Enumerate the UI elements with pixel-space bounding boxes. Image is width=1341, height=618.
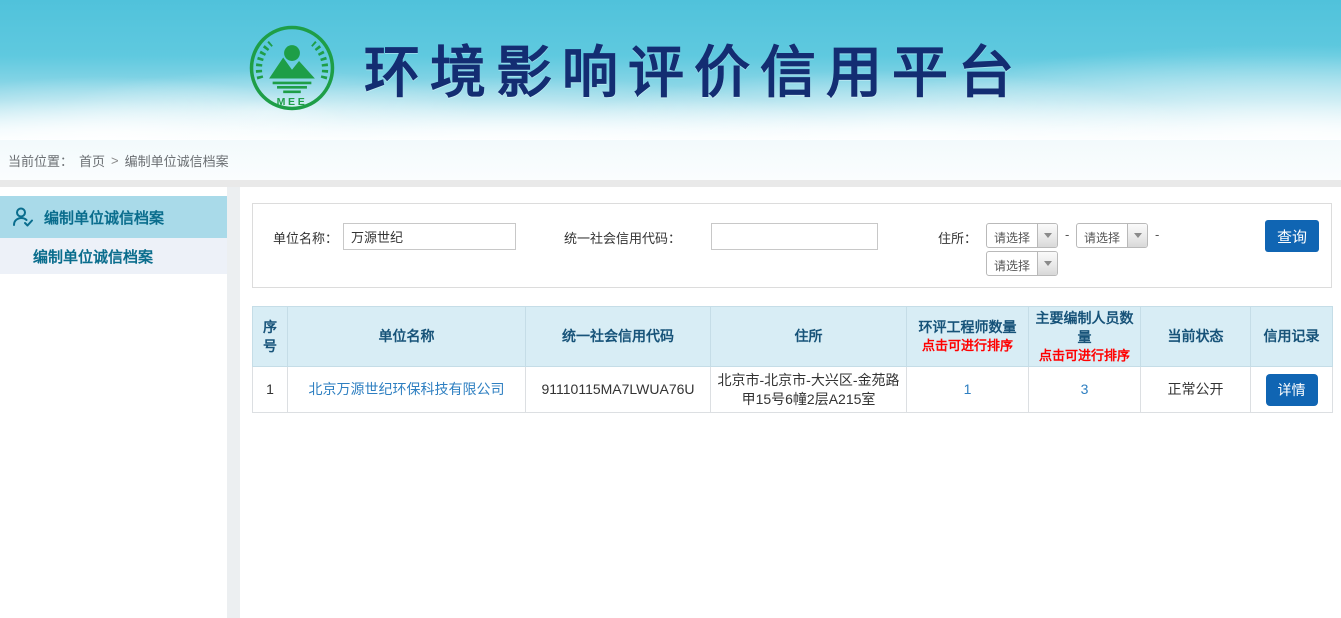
credit-code-label: 统一社会信用代码：: [564, 228, 681, 247]
chevron-down-icon: [1044, 233, 1052, 238]
row-index: 1: [253, 367, 288, 413]
breadcrumb-label: 当前位置：: [8, 151, 73, 170]
district-select[interactable]: 请选择: [986, 251, 1058, 276]
credit-code-input[interactable]: [711, 223, 878, 250]
sidebar-item-credit-archive[interactable]: 编制单位诚信档案: [0, 196, 227, 238]
district-dropdown-button[interactable]: [1037, 252, 1057, 275]
query-button[interactable]: 查询: [1265, 220, 1319, 252]
search-panel: 单位名称： 统一社会信用代码： 住所： 请选择 - 请选择 - 请选择 查询: [252, 203, 1332, 288]
province-dropdown-button[interactable]: [1037, 224, 1057, 247]
col-address: 住所: [711, 307, 907, 367]
col-engineer-count-label: 环评工程师数量: [919, 319, 1017, 335]
row-status: 正常公开: [1141, 367, 1251, 413]
chevron-down-icon: [1044, 261, 1052, 266]
col-credit-code: 统一社会信用代码: [526, 307, 711, 367]
district-select-value: 请选择: [987, 252, 1037, 275]
sidebar-subitem-credit-archive[interactable]: 编制单位诚信档案: [0, 238, 227, 274]
col-staff-count: 主要编制人员数量 点击可进行排序: [1029, 307, 1141, 367]
col-company-name: 单位名称: [288, 307, 526, 367]
divider-band: [0, 180, 1341, 187]
breadcrumb-current-link[interactable]: 编制单位诚信档案: [125, 151, 229, 170]
city-select-value: 请选择: [1077, 224, 1127, 247]
col-status: 当前状态: [1141, 307, 1251, 367]
page-title: 环境影响评价信用平台: [364, 28, 1024, 109]
row-address: 北京市-北京市-大兴区-金苑路甲15号6幢2层A215室: [711, 367, 907, 413]
sidebar: 编制单位诚信档案 编制单位诚信档案: [0, 187, 227, 618]
sidebar-item-label: 编制单位诚信档案: [44, 207, 164, 228]
breadcrumb-separator: >: [111, 153, 119, 168]
breadcrumb: 当前位置： 首页 > 编制单位诚信档案: [0, 140, 1341, 180]
address-dash-2: -: [1155, 227, 1159, 242]
address-dash-1: -: [1065, 227, 1069, 242]
col-index: 序号: [253, 307, 288, 367]
engineer-sort-link[interactable]: 点击可进行排序: [911, 337, 1024, 355]
province-select-value: 请选择: [987, 224, 1037, 247]
company-name-input[interactable]: [343, 223, 516, 250]
city-dropdown-button[interactable]: [1127, 224, 1147, 247]
row-credit-code: 91110115MA7LWUA76U: [526, 367, 711, 413]
table-header-row: 序号 单位名称 统一社会信用代码 住所 环评工程师数量 点击可进行排序 主要编制…: [253, 307, 1333, 367]
address-label: 住所：: [938, 228, 977, 247]
staff-sort-link[interactable]: 点击可进行排序: [1033, 347, 1136, 365]
detail-button[interactable]: 详情: [1266, 374, 1318, 406]
table-row: 1 北京万源世纪环保科技有限公司 91110115MA7LWUA76U 北京市-…: [253, 367, 1333, 413]
sidebar-subitem-label: 编制单位诚信档案: [33, 246, 153, 267]
city-select[interactable]: 请选择: [1076, 223, 1148, 248]
company-name-link[interactable]: 北京万源世纪环保科技有限公司: [309, 381, 505, 397]
breadcrumb-home-link[interactable]: 首页: [79, 151, 105, 170]
site-banner: MEE 环境影响评价信用平台: [0, 0, 1341, 140]
province-select[interactable]: 请选择: [986, 223, 1058, 248]
chevron-down-icon: [1134, 233, 1142, 238]
mee-logo-icon: MEE: [248, 24, 336, 112]
sidebar-content-gap: [227, 187, 240, 618]
col-staff-count-label: 主要编制人员数量: [1036, 310, 1134, 345]
company-name-label: 单位名称：: [273, 228, 338, 247]
engineer-count-link[interactable]: 1: [964, 381, 972, 397]
svg-text:MEE: MEE: [277, 96, 308, 108]
user-check-icon: [11, 205, 35, 229]
result-table: 序号 单位名称 统一社会信用代码 住所 环评工程师数量 点击可进行排序 主要编制…: [252, 306, 1333, 413]
col-credit-record: 信用记录: [1251, 307, 1333, 367]
staff-count-link[interactable]: 3: [1081, 381, 1089, 397]
content-area: 单位名称： 统一社会信用代码： 住所： 请选择 - 请选择 - 请选择 查询: [240, 187, 1341, 618]
col-engineer-count: 环评工程师数量 点击可进行排序: [907, 307, 1029, 367]
